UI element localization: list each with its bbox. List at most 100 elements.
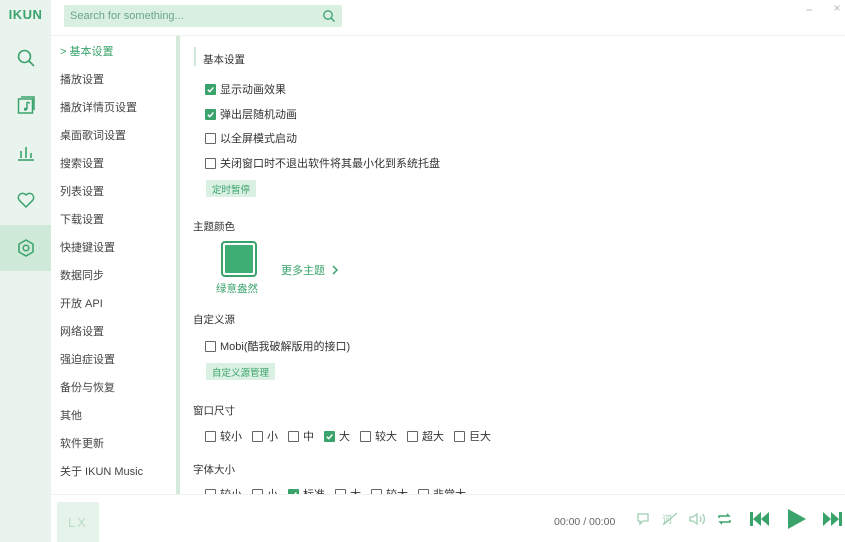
lyric-off-icon: 词 [662,512,678,526]
comment-button[interactable] [635,511,651,527]
album-cover[interactable]: LX [57,502,99,542]
music-list-icon [17,96,35,114]
nav-scrollbar[interactable] [176,36,180,494]
font-larger[interactable]: 较大 [371,486,408,494]
nav-hotkeys[interactable]: 快捷键设置 [60,238,115,256]
timer-pause-button[interactable]: 定时暂停 [206,180,257,197]
play-icon [788,509,806,529]
search-box[interactable] [64,5,342,27]
window-size-options: 较小 小 中 大 较大 超大 巨大 [205,428,501,444]
theme-color [225,245,253,273]
minimize-button[interactable]: − [803,4,815,16]
custom-source-title: 自定义源 [193,314,235,326]
comment-icon [637,513,649,526]
nav-download[interactable]: 下载设置 [60,210,104,228]
theme-swatch[interactable] [221,241,257,277]
nav-sync[interactable]: 数据同步 [60,266,104,284]
section-marker [194,47,196,66]
nav-playback[interactable]: 播放设置 [60,70,104,88]
next-button[interactable] [821,510,843,528]
previous-icon [750,512,769,526]
checkbox[interactable] [205,430,216,442]
nav-backup[interactable]: 备份与恢复 [60,378,115,396]
font-smaller[interactable]: 较小 [205,486,242,494]
close-button[interactable]: × [831,2,843,14]
settings-nav: > 基本设置 播放设置 播放详情页设置 桌面歌词设置 搜索设置 列表设置 下载设… [51,36,178,494]
font-standard[interactable]: 标准 [288,486,325,494]
prev-button[interactable] [749,510,771,528]
custom-source-manage-button[interactable]: 自定义源管理 [206,363,276,380]
more-themes-label: 更多主题 [281,265,325,277]
side-rail: IKUN [0,0,51,542]
top-bar: − × [51,0,845,36]
nav-basic[interactable]: > 基本设置 [60,42,113,60]
search-icon [17,49,35,67]
desktop-lyric-button[interactable]: 词 [661,511,679,527]
nav-about[interactable]: 关于 IKUN Music [60,462,143,480]
opt-random-popup[interactable]: 弹出层随机动画 [205,106,297,122]
size-medium[interactable]: 中 [288,428,314,444]
volume-button[interactable] [688,511,706,527]
next-icon [823,512,842,526]
size-larger[interactable]: 较大 [360,428,397,444]
font-size-options: 较小 小 标准 大 较大 非常大 [205,486,476,494]
font-very-large[interactable]: 非常大 [418,486,466,494]
nav-network[interactable]: 网络设置 [60,322,104,340]
rail-favorites[interactable] [0,177,51,223]
rail-settings[interactable] [0,225,51,271]
checkbox-label: 显示动画效果 [220,84,286,96]
checkbox-label: Mobi(酷我破解版用的接口) [220,341,351,353]
rail-search[interactable] [0,35,51,81]
checkbox[interactable] [205,108,216,120]
nav-ocd[interactable]: 强迫症设置 [60,350,115,368]
checkbox[interactable] [454,430,465,442]
checkbox[interactable] [324,430,335,442]
checkbox[interactable] [407,430,418,442]
opt-fullscreen[interactable]: 以全屏模式启动 [205,130,297,146]
checkbox-label: 弹出层随机动画 [220,109,297,121]
opt-animation[interactable]: 显示动画效果 [205,81,286,97]
size-large[interactable]: 大 [324,428,350,444]
nav-update[interactable]: 软件更新 [60,434,104,452]
repeat-icon [718,513,731,525]
checkbox[interactable] [205,83,216,95]
font-large[interactable]: 大 [335,486,361,494]
nav-search[interactable]: 搜索设置 [60,154,104,172]
size-smaller[interactable]: 较小 [205,428,242,444]
nav-list[interactable]: 列表设置 [60,182,104,200]
checkbox[interactable] [252,430,263,442]
checkbox[interactable] [205,340,216,352]
loop-mode-button[interactable] [716,511,733,527]
play-time: 00:00 / 00:00 [554,516,616,528]
checkbox[interactable] [288,430,299,442]
chart-icon [17,147,34,161]
checkbox[interactable] [360,430,371,442]
opt-tray[interactable]: 关闭窗口时不退出软件将其最小化到系统托盘 [205,155,440,171]
nav-desktop-lyrics[interactable]: 桌面歌词设置 [60,126,126,144]
search-input[interactable] [64,5,310,27]
nav-play-detail[interactable]: 播放详情页设置 [60,98,137,116]
size-small[interactable]: 小 [252,428,278,444]
app-logo: IKUN [8,6,43,22]
theme-name: 绿意盎然 [216,283,258,295]
more-themes-link[interactable]: 更多主题 [281,262,339,278]
font-size-clip: 较小 小 标准 大 较大 非常大 [182,484,845,494]
nav-open-api[interactable]: 开放 API [60,294,103,312]
search-icon[interactable] [322,9,336,23]
chevron-right-icon [332,265,339,275]
window-size-title: 窗口尺寸 [193,405,235,417]
basic-settings-title: 基本设置 [203,54,245,66]
font-small[interactable]: 小 [252,486,278,494]
opt-mobi[interactable]: Mobi(酷我破解版用的接口) [205,338,350,354]
play-button[interactable] [785,508,807,530]
size-huge[interactable]: 巨大 [454,428,491,444]
checkbox[interactable] [205,157,216,169]
volume-icon [689,512,706,526]
size-extra-large[interactable]: 超大 [407,428,444,444]
heart-icon [17,192,34,208]
rail-leaderboard[interactable] [0,130,51,176]
rail-song-list[interactable] [0,82,51,128]
checkbox[interactable] [205,132,216,144]
checkbox-label: 关闭窗口时不退出软件将其最小化到系统托盘 [220,158,440,170]
nav-other[interactable]: 其他 [60,406,82,424]
